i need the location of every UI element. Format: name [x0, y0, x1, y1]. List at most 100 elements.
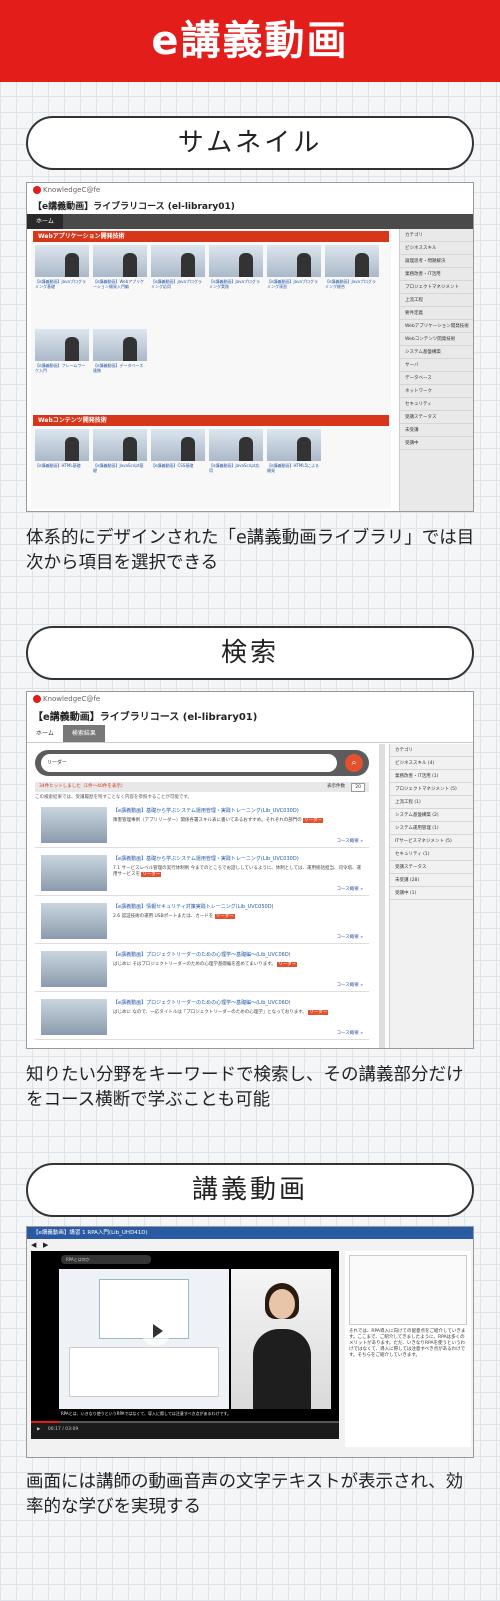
sidebar-item[interactable]: システム基盤構築: [400, 346, 473, 359]
section-heading-thumbnail: サムネイル: [26, 116, 474, 170]
page-title: e講義動画: [0, 0, 500, 82]
thumbnail-title: 【e講義動画】Javaプログラミング実践: [209, 279, 260, 289]
sidebar-item[interactable]: システム運用管理 (1): [390, 822, 473, 835]
sidebar-item[interactable]: ネットワーク: [400, 385, 473, 398]
course-thumbnail[interactable]: 【e講義動画】Javaプログラミング応用: [151, 245, 205, 325]
filter-sidebar: カテゴリ ビジネススキル (4) 業務改善・IT活用 (1) プロジェクトマネジメント…: [389, 744, 473, 1048]
progress-bar[interactable]: [31, 1421, 339, 1423]
result-title[interactable]: 【e講義動画】基礎から学ぶシステム運用管理・実践トレーニング(Lib_UVC03…: [113, 807, 299, 814]
keyword-highlight: リーダー: [214, 914, 235, 919]
sidebar-item[interactable]: ビジネススキル (4): [390, 757, 473, 770]
course-thumbnail[interactable]: 【e講義動画】フレームワーク入門: [35, 329, 89, 409]
thumbnail-title: 【e講義動画】Javaプログラミング総合: [325, 279, 376, 289]
result-thumbnail: [41, 903, 107, 939]
search-note: この検索結果では、受講履歴を残すことなく内容を参照することが可能です。: [35, 795, 192, 800]
course-thumbnail[interactable]: 【e講義動画】Javaプログラミング実践: [209, 245, 263, 325]
sidebar-item[interactable]: 受講中 (1): [390, 887, 473, 900]
sidebar-item[interactable]: プロジェクトマネジメント (5): [390, 783, 473, 796]
result-thumbnail: [41, 855, 107, 891]
result-title[interactable]: 【e講義動画】情報セキュリティ対策実践トレーニング(Lib_UVC050D): [113, 903, 274, 910]
course-thumbnail[interactable]: 【e講義動画】JavaScript基礎: [93, 429, 147, 509]
search-result-row[interactable]: 【e講義動画】プロジェクトリーダーのための心理学～基礎編～(Lib_UVC06D…: [35, 948, 369, 992]
course-thumbnail[interactable]: 【e講義動画】データベース連携: [93, 329, 147, 409]
result-title[interactable]: 【e講義動画】基礎から学ぶシステム運用管理・実践トレーニング(Lib_UVC03…: [113, 855, 299, 862]
tab-home[interactable]: ホーム: [27, 214, 63, 229]
keyword-highlight: リーダー: [141, 872, 162, 877]
caption-thumbnail: 体系的にデザインされた「e講義動画ライブラリ」では目次から項目を選択できる: [26, 528, 475, 573]
sidebar-item[interactable]: ビジネススキル: [400, 242, 473, 255]
course-thumbnail[interactable]: 【e講義動画】JavaScript応用: [209, 429, 263, 509]
course-thumbnail[interactable]: 【e講義動画】Javaプログラミング基礎: [35, 245, 89, 325]
result-title[interactable]: 【e講義動画】プロジェクトリーダーのための心理学～基礎編～(Lib_UVC06D…: [113, 999, 291, 1006]
search-input[interactable]: リーダー: [41, 754, 337, 772]
course-overview-link[interactable]: コース概要 »: [337, 1030, 363, 1036]
sidebar-item[interactable]: 未受講: [400, 424, 473, 437]
course-overview-link[interactable]: コース概要 »: [337, 934, 363, 940]
course-overview-link[interactable]: コース概要 »: [337, 886, 363, 892]
thumbnail-image: [209, 245, 263, 277]
result-snippet: はじめに そはプロジェクトリーダーのための心理学基礎編を進めてまいります。: [113, 962, 276, 967]
tab-search-results[interactable]: 検索結果: [62, 725, 105, 742]
course-thumbnail[interactable]: 【e講義動画】Javaプログラミング演習: [267, 245, 321, 325]
result-thumbnail: [41, 999, 107, 1035]
sidebar-item[interactable]: 業務改善・IT活用: [400, 268, 473, 281]
thumbnail-title: 【e講義動画】CSS基礎: [151, 463, 194, 468]
video-subtitle: RPAとは何か: [61, 1255, 151, 1264]
course-overview-link[interactable]: コース概要 »: [337, 982, 363, 988]
course-thumbnail[interactable]: 【e講義動画】Javaプログラミング総合: [325, 245, 379, 325]
sidebar-item[interactable]: システム基盤構築 (2): [390, 809, 473, 822]
brand-name: KnowledgeC@fe: [43, 695, 101, 703]
search-result-row[interactable]: 【e講義動画】基礎から学ぶシステム運用管理・実践トレーニング(Lib_UVC03…: [35, 804, 369, 848]
sidebar-item[interactable]: 受講中: [400, 437, 473, 450]
sidebar-item[interactable]: 上流工程 (1): [390, 796, 473, 809]
sidebar-item[interactable]: サーバ: [400, 359, 473, 372]
course-thumbnail[interactable]: 【e講義動画】Webアプリケーション開発入門編: [93, 245, 147, 325]
thumbnail-image: [35, 245, 89, 277]
forward-icon[interactable]: ▶: [43, 1241, 53, 1249]
result-title[interactable]: 【e講義動画】プロジェクトリーダーのための心理学～基礎編～(Lib_UVC06D…: [113, 951, 291, 958]
result-snippet: 障害管理事例（アプリリーダー）関係各署スキル表に書いてあるおすすめ。それぞれの部…: [113, 818, 302, 823]
sidebar-item[interactable]: 未受講 (28): [390, 874, 473, 887]
sidebar-item[interactable]: 論理思考・問題解決: [400, 255, 473, 268]
thumbnail-image: [151, 429, 205, 461]
sidebar-item[interactable]: 受講ステータス: [400, 411, 473, 424]
sidebar-item[interactable]: セキュリティ: [400, 398, 473, 411]
sidebar-item[interactable]: プロジェクトマネジメント: [400, 281, 473, 294]
video-player[interactable]: RPAとは何か RPAとは、いきなり使うというRPAではなくて、導入に際しては注…: [31, 1251, 339, 1439]
search-result-row[interactable]: 【e講義動画】基礎から学ぶシステム運用管理・実践トレーニング(Lib_UVC03…: [35, 852, 369, 896]
result-count-bar: 34件ヒットしました（1件～40件を表示） 表示件数 20: [35, 782, 369, 792]
keyword-highlight: リーダー: [303, 818, 324, 823]
thumbnail-title: 【e講義動画】Javaプログラミング演習: [267, 279, 318, 289]
thumbnail-image: [35, 329, 89, 361]
sidebar-item[interactable]: セキュリティ (1): [390, 848, 473, 861]
result-snippet: はじめに なので、一応タイトルは「プロジェクトリーダーのための心理学」となってお…: [113, 1010, 307, 1015]
result-thumbnail: [41, 951, 107, 987]
sidebar-item[interactable]: データベース: [400, 372, 473, 385]
slide-text-box: [69, 1347, 219, 1397]
closed-caption: RPAとは、いきなり使うというRPAではなくて、導入に際しては注意すべき点がある…: [61, 1411, 232, 1416]
course-title: 【e講義動画】ライブラリコース (el-library01): [33, 712, 258, 723]
thumbnail-title: 【e講義動画】Webアプリケーション開発入門編: [93, 279, 145, 289]
sidebar-item[interactable]: 受講ステータス: [390, 861, 473, 874]
search-icon[interactable]: ⌕: [345, 754, 363, 772]
sidebar-item[interactable]: Webアプリケーション開発技術: [400, 320, 473, 333]
search-result-row[interactable]: 【e講義動画】情報セキュリティ対策実践トレーニング(Lib_UVC050D) 2.…: [35, 900, 369, 944]
sidebar-item[interactable]: 上流工程: [400, 294, 473, 307]
course-overview-link[interactable]: コース概要 »: [337, 838, 363, 844]
sidebar-item[interactable]: Webコンテンツ開発技術: [400, 333, 473, 346]
play-icon[interactable]: [141, 1316, 171, 1346]
sidebar-item[interactable]: 要件定義: [400, 307, 473, 320]
course-thumbnail[interactable]: 【e講義動画】HTML基礎: [35, 429, 89, 509]
display-count-select[interactable]: 20: [351, 783, 365, 792]
scrollbar[interactable]: [379, 744, 385, 1048]
sidebar-item[interactable]: 業務改善・IT活用 (1): [390, 770, 473, 783]
tab-home[interactable]: ホーム: [27, 725, 63, 742]
course-thumbnail[interactable]: 【e講義動画】CSS基礎: [151, 429, 205, 509]
sidebar-item[interactable]: ITサービスマネジメント (5): [390, 835, 473, 848]
thumbnail-image: [35, 429, 89, 461]
search-result-row[interactable]: 【e講義動画】プロジェクトリーダーのための心理学～基礎編～(Lib_UVC06D…: [35, 996, 369, 1040]
course-thumbnail[interactable]: 【e講義動画】HTML5による開発: [267, 429, 321, 509]
play-control-icon[interactable]: ▶: [37, 1427, 40, 1432]
back-icon[interactable]: ◀: [31, 1241, 41, 1249]
thumbnail-title: 【e講義動画】JavaScript基礎: [93, 463, 144, 473]
